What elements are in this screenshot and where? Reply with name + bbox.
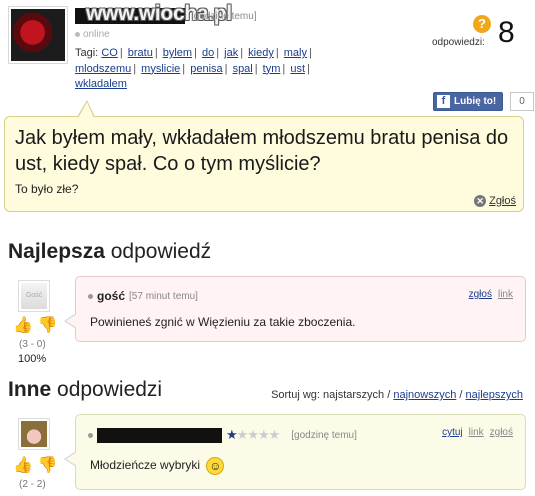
question-description: To było złe? [15, 182, 79, 196]
answer-header: ★★★★★ [godzinę temu] [88, 427, 357, 443]
sort-best[interactable]: najlepszych [466, 389, 523, 401]
like-label: Lubię to! [454, 96, 497, 107]
permalink[interactable]: link [469, 427, 484, 438]
question-bubble: Jak byłem mały, wkładałem młodszemu brat… [4, 100, 524, 212]
answer-links: zgłoś link [469, 289, 513, 300]
star-empty-icon: ★ [236, 427, 249, 442]
tag-link[interactable]: tym [263, 63, 281, 75]
answer-time: [57 minut temu] [129, 290, 198, 302]
thumb-up-icon[interactable]: 👍 [13, 457, 33, 475]
tag-link[interactable]: CO [101, 47, 118, 59]
thumb-down-icon[interactable]: 👎 [38, 317, 58, 335]
report-question[interactable]: ✕ Zgłoś [474, 195, 516, 207]
like-count: 0 [510, 92, 534, 111]
answer-avatar[interactable] [18, 418, 50, 450]
report-link[interactable]: zgłoś [469, 289, 492, 300]
question-mark-icon: ? [473, 15, 491, 33]
sort-options: Sortuj wg: najstarszych / najnowszych / … [271, 389, 523, 401]
smiley-icon: ☺ [206, 457, 225, 475]
tags-label: Tagi: [75, 47, 99, 59]
report-link[interactable]: Zgłoś [489, 195, 516, 207]
answer-links: cytuj link zgłoś [442, 427, 513, 438]
answer-time: [godzinę temu] [291, 429, 357, 441]
bullet-icon [88, 432, 93, 438]
bullet-icon [88, 293, 93, 299]
best-answer-heading: Najlepsza odpowiedź [8, 240, 212, 263]
report-link[interactable]: zgłoś [490, 427, 513, 438]
tag-link[interactable]: jak [224, 47, 238, 59]
best-answer-percent: 100% [18, 353, 47, 365]
answer-text: Młodzieńcze wybryki [90, 458, 201, 473]
facebook-icon: f [437, 95, 450, 108]
rating-stars: ★★★★★ [226, 427, 281, 443]
question-time: [godzinę temu] [191, 11, 257, 22]
quote-link[interactable]: cytuj [442, 427, 463, 438]
sort-newest[interactable]: najnowszych [393, 389, 456, 401]
tag-link[interactable]: do [202, 47, 214, 59]
best-answer-vote: 👍 👎 [13, 317, 58, 335]
thumb-down-icon[interactable]: 👎 [38, 457, 58, 475]
best-answer-avatar: Gość [18, 280, 50, 312]
star-empty-icon: ★ [257, 427, 270, 442]
star-empty-icon: ★ [247, 427, 259, 442]
star-filled-icon: ★ [226, 427, 238, 442]
tag-link[interactable]: bratu [128, 47, 153, 59]
tag-link[interactable]: bylem [163, 47, 192, 59]
best-answer-score: (3 - 0) [19, 339, 46, 350]
facebook-like-button[interactable]: f Lubię to! [433, 92, 504, 111]
answer-text-row: Młodzieńcze wybryki ☺ [90, 457, 225, 475]
star-empty-icon: ★ [268, 427, 281, 442]
tag-link[interactable]: penisa [190, 63, 222, 75]
question-author-avatar[interactable] [8, 6, 68, 64]
answer-box: ★★★★★ [godzinę temu] cytuj link zgłoś Mł… [64, 414, 526, 490]
thumb-up-icon[interactable]: 👍 [13, 317, 33, 335]
answers-label: odpowiedzi: [432, 37, 485, 48]
answers-counter: ? odpowiedzi: 8 [430, 14, 530, 54]
answer-author: gość [97, 289, 126, 303]
other-answers-heading: Inne odpowiedzi [8, 378, 163, 401]
best-answer-box: gość [57 minut temu] zgłoś link Powinien… [64, 276, 526, 342]
tag-link[interactable]: mlodszemu [75, 63, 131, 75]
redacted-username [97, 427, 222, 443]
tag-link[interactable]: wkladalem [75, 78, 127, 90]
tag-link[interactable]: kiedy [248, 47, 274, 59]
close-circle-icon: ✕ [474, 195, 487, 207]
online-status: online [75, 29, 110, 40]
best-answer-header: gość [57 minut temu] [88, 289, 198, 303]
answer-text: Powinieneś zgnić w Więzieniu za takie zb… [90, 315, 356, 329]
question-title: Jak byłem mały, wkładałem młodszemu brat… [15, 127, 509, 175]
status-dot-icon [75, 31, 80, 37]
tag-list: Tagi: CO | bratu | bylem | do | jak | kiedy | … [75, 47, 312, 90]
answers-count: 8 [498, 16, 515, 49]
tag-link[interactable]: ust [290, 63, 305, 75]
tag-link[interactable]: maly [284, 47, 307, 59]
answer-vote: 👍 👎 [13, 457, 58, 475]
tag-link[interactable]: myslicie [141, 63, 180, 75]
tag-link[interactable]: spal [233, 63, 253, 75]
permalink[interactable]: link [498, 289, 513, 300]
answer-score: (2 - 2) [19, 479, 46, 490]
